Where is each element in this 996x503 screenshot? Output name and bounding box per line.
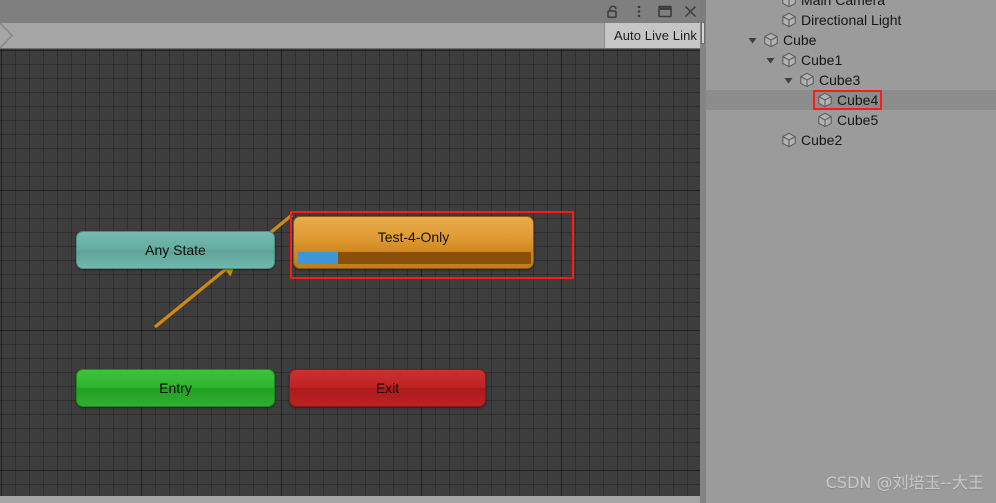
hierarchy-panel: Main Camera Directional Light Cube Cube1 Cub… [706, 0, 996, 503]
hierarchy-row[interactable]: Cube [706, 30, 996, 50]
tree-indent-spacer [706, 110, 800, 130]
cube-icon [781, 132, 801, 148]
hierarchy-row[interactable]: Cube5 [706, 110, 996, 130]
chevron-down-icon[interactable] [746, 30, 759, 50]
hierarchy-item-label: Cube3 [819, 72, 861, 88]
hierarchy-item-label: Cube1 [801, 52, 843, 68]
animator-graph-canvas[interactable]: Any State Entry Exit Test-4-Only [0, 49, 706, 496]
chevron-down-icon[interactable] [764, 50, 777, 70]
hierarchy-row[interactable]: Cube3 [706, 70, 996, 90]
hierarchy-item-label: Cube4 [837, 92, 879, 108]
hierarchy-row[interactable]: Main Camera [706, 0, 996, 10]
hierarchy-item-label: Cube [783, 32, 817, 48]
close-icon[interactable] [683, 4, 698, 19]
hierarchy-tree: Main Camera Directional Light Cube Cube1 Cub… [706, 0, 996, 150]
hierarchy-item[interactable]: Cube [759, 30, 820, 50]
tree-indent-spacer [706, 90, 800, 110]
cube-icon [799, 72, 819, 88]
hierarchy-item[interactable]: Main Camera [777, 0, 889, 10]
tree-indent-spacer [706, 0, 764, 10]
tree-indent-spacer [706, 70, 782, 90]
animator-window: Auto Live Link Any State Entry Exit Test… [0, 0, 706, 503]
maximize-icon[interactable] [657, 4, 672, 19]
state-node-label: Entry [159, 380, 192, 396]
hierarchy-item-label: Main Camera [801, 0, 886, 8]
chevron-down-icon[interactable] [782, 70, 795, 90]
tree-indent-spacer [706, 10, 764, 30]
breadcrumb-chevron-icon[interactable] [0, 23, 20, 48]
cube-icon [817, 112, 837, 128]
hierarchy-item[interactable]: Cube5 [813, 110, 882, 130]
kebab-menu-icon[interactable] [631, 4, 646, 19]
hierarchy-row[interactable]: Cube1 [706, 50, 996, 70]
hierarchy-row[interactable]: Cube4 [706, 90, 996, 110]
watermark: CSDN @刘培玉--大王 [825, 473, 984, 492]
state-node-any-state[interactable]: Any State [76, 231, 275, 269]
breadcrumb-bar: Auto Live Link [0, 23, 706, 49]
hierarchy-item[interactable]: Cube4 [813, 90, 883, 110]
cube-icon [763, 32, 783, 48]
tree-indent-spacer [706, 30, 746, 50]
cube-icon [781, 12, 801, 28]
hierarchy-item[interactable]: Directional Light [777, 10, 905, 30]
annotation-rect-test-4-only [290, 211, 574, 279]
hierarchy-item-label: Directional Light [801, 12, 902, 28]
hierarchy-row[interactable]: Cube2 [706, 130, 996, 150]
window-controls [605, 0, 702, 23]
cube-icon [817, 92, 837, 108]
lock-icon[interactable] [605, 4, 620, 19]
hierarchy-item[interactable]: Cube3 [795, 70, 864, 90]
hierarchy-item-label: Cube2 [801, 132, 843, 148]
state-node-exit[interactable]: Exit [289, 369, 486, 407]
animator-bottom-strip [0, 496, 706, 503]
state-node-label: Exit [375, 380, 400, 396]
state-node-entry[interactable]: Entry [76, 369, 275, 407]
tree-indent-spacer [706, 130, 764, 150]
auto-live-link-button[interactable]: Auto Live Link [603, 23, 706, 48]
unity-editor-screenshot: Auto Live Link Any State Entry Exit Test… [0, 0, 996, 503]
cube-icon [781, 0, 801, 8]
hierarchy-scrollbar[interactable] [701, 22, 705, 44]
tree-indent-spacer [706, 50, 764, 70]
cube-icon [781, 52, 801, 68]
hierarchy-item[interactable]: Cube2 [777, 130, 846, 150]
state-node-label: Any State [145, 242, 206, 258]
hierarchy-item-label: Cube5 [837, 112, 879, 128]
hierarchy-item[interactable]: Cube1 [777, 50, 846, 70]
hierarchy-row[interactable]: Directional Light [706, 10, 996, 30]
window-titlebar [0, 0, 706, 23]
